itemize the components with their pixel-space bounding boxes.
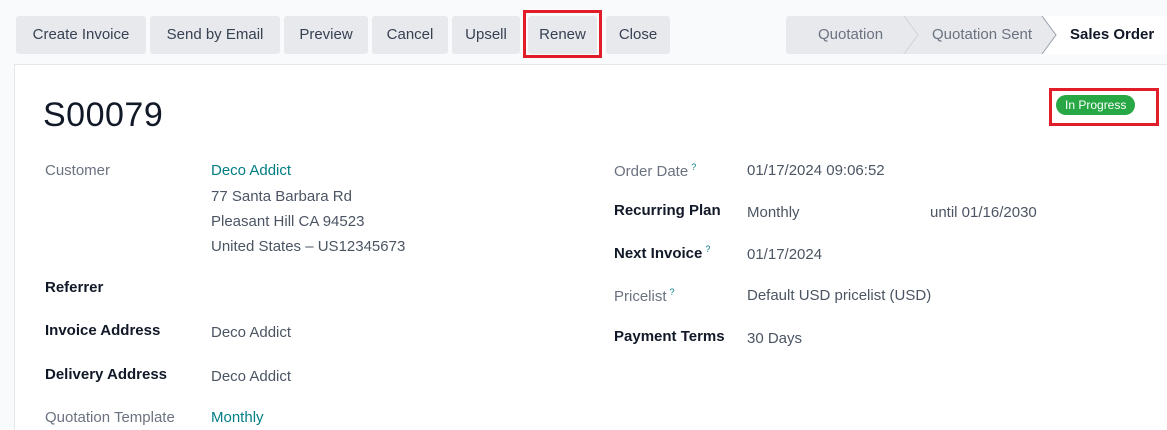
next-invoice-label: Next Invoice?	[614, 244, 711, 262]
form-sheet: S00079 In Progress Customer Deco Addict …	[14, 64, 1167, 430]
customer-label: Customer	[45, 162, 111, 179]
delivery-address-label: Delivery Address	[45, 366, 168, 383]
recurring-end-date[interactable]: until 01/16/2030	[930, 204, 1037, 221]
invoice-address-field[interactable]: Deco Addict	[211, 324, 291, 341]
order-date-help-icon[interactable]: ?	[691, 162, 696, 172]
payment-terms-label: Payment Terms	[614, 328, 725, 345]
quotation-template-link[interactable]: Monthly	[211, 409, 264, 426]
control-panel: Create Invoice Send by Email Preview Can…	[0, 0, 1167, 60]
recurring-plan-field[interactable]: Monthly	[747, 204, 800, 221]
customer-address-line2: Pleasant Hill CA 94523	[211, 213, 365, 230]
order-date-label: Order Date?	[614, 162, 697, 180]
renew-highlight-box	[523, 10, 602, 58]
page-title: S00079	[43, 96, 164, 134]
status-bar: Quotation Quotation Sent Sales Order	[786, 16, 1167, 54]
order-date-field[interactable]: 01/17/2024 09:06:52	[747, 162, 885, 179]
referrer-label: Referrer	[45, 279, 104, 296]
pricelist-label: Pricelist?	[614, 287, 675, 305]
customer-link[interactable]: Deco Addict	[211, 162, 291, 179]
status-highlight-box	[1049, 88, 1159, 126]
cancel-button[interactable]: Cancel	[372, 16, 448, 54]
recurring-plan-label: Recurring Plan	[614, 202, 721, 219]
quotation-template-label: Quotation Template	[45, 409, 175, 426]
pricelist-help-icon[interactable]: ?	[670, 287, 675, 297]
referrer-input[interactable]	[211, 271, 571, 301]
status-step-quotation-sent[interactable]: Quotation Sent	[932, 16, 1032, 54]
preview-button[interactable]: Preview	[284, 16, 368, 54]
send-by-email-button[interactable]: Send by Email	[150, 16, 280, 54]
status-step-quotation[interactable]: Quotation	[818, 16, 883, 54]
pricelist-field[interactable]: Default USD pricelist (USD)	[747, 287, 931, 304]
customer-address-line1: 77 Santa Barbara Rd	[211, 188, 352, 205]
invoice-address-label: Invoice Address	[45, 322, 161, 339]
close-button[interactable]: Close	[606, 16, 670, 54]
next-invoice-field[interactable]: 01/17/2024	[747, 246, 822, 263]
status-step-sales-order[interactable]: Sales Order	[1070, 16, 1154, 54]
payment-terms-field[interactable]: 30 Days	[747, 330, 802, 347]
customer-address-line3: United States – US12345673	[211, 238, 406, 255]
delivery-address-field[interactable]: Deco Addict	[211, 368, 291, 385]
upsell-button[interactable]: Upsell	[452, 16, 520, 54]
create-invoice-button[interactable]: Create Invoice	[16, 16, 146, 54]
next-invoice-help-icon[interactable]: ?	[705, 244, 710, 254]
